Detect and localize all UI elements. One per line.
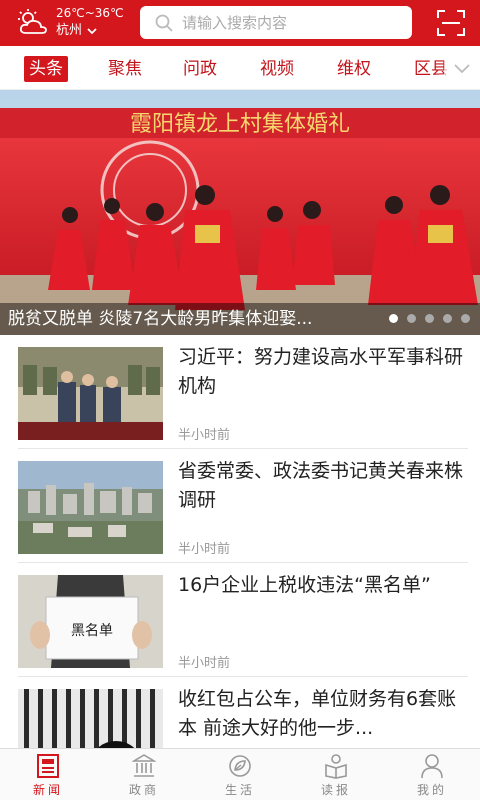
nav-profile-label: 我的 xyxy=(416,783,447,797)
more-tabs-button[interactable] xyxy=(444,46,480,89)
chevron-down-icon xyxy=(454,64,470,74)
channel-tabs: 头条 聚焦 问政 视频 维权 区县 xyxy=(0,46,480,90)
tab-headline[interactable]: 头条 xyxy=(24,56,68,82)
search-box[interactable] xyxy=(140,6,412,39)
nav-life-label: 生活 xyxy=(224,783,255,797)
news-title: 收红包占公车，单位财务有6套账本 前途大好的他一步... xyxy=(178,688,457,739)
blacklist-sign-text: 黑名单 xyxy=(71,623,113,639)
news-time: 半小时前 xyxy=(178,656,231,671)
user-icon xyxy=(421,754,443,779)
carousel-dot[interactable] xyxy=(461,314,470,323)
app-screen: 26℃~36℃ 杭州 头条 聚焦 问政 视频 维权 区县 xyxy=(0,0,480,800)
leaf-icon xyxy=(229,755,251,777)
news-title: 16户企业上税收违法“黑名单” xyxy=(178,574,431,596)
nav-life[interactable]: 生活 xyxy=(192,749,288,800)
tab-focus[interactable]: 聚焦 xyxy=(108,56,142,82)
newspaper-icon xyxy=(37,754,59,778)
tab-rights[interactable]: 维权 xyxy=(337,56,371,82)
news-item[interactable]: 习近平：努力建设高水平军事科研机构 半小时前 xyxy=(0,335,480,449)
news-time: 半小时前 xyxy=(178,542,231,557)
city-label: 杭州 xyxy=(56,23,83,38)
wedding-ceremony-photo: 霞阳镇龙上村集体婚礼 xyxy=(0,90,480,335)
search-input[interactable] xyxy=(182,13,402,32)
carousel-dot[interactable] xyxy=(407,314,416,323)
carousel-dot[interactable] xyxy=(389,314,398,323)
news-time: 半小时前 xyxy=(178,428,231,443)
scan-icon[interactable] xyxy=(436,9,466,37)
building-icon xyxy=(132,754,156,777)
banner-sign-text: 霞阳镇龙上村集体婚礼 xyxy=(130,112,350,137)
news-item[interactable]: 黑名单 16户企业上税收违法“黑名单” 半小时前 xyxy=(0,563,480,677)
cloud-sun-icon[interactable] xyxy=(16,8,50,36)
news-title: 习近平：努力建设高水平军事科研机构 xyxy=(178,346,464,397)
carousel-indicators xyxy=(389,314,470,323)
book-icon xyxy=(325,754,347,779)
nav-profile[interactable]: 我的 xyxy=(384,749,480,800)
nav-read-paper-label: 读报 xyxy=(320,783,351,797)
city-aerial-photo xyxy=(18,461,163,554)
nav-gov-business-label: 政商 xyxy=(128,783,159,797)
search-icon xyxy=(155,14,173,32)
bottom-navigation: 新闻 政商 生活 读报 我的 xyxy=(0,748,480,800)
city-selector[interactable]: 杭州 xyxy=(56,23,98,39)
nav-read-paper[interactable]: 读报 xyxy=(288,749,384,800)
nav-news[interactable]: 新闻 xyxy=(0,749,96,800)
temperature-range: 26℃~36℃ xyxy=(56,6,124,20)
news-title: 省委常委、政法委书记黄关春来株调研 xyxy=(178,460,464,511)
banner-caption[interactable]: 脱贫又脱单 炎陵7名大龄男昨集体迎娶... xyxy=(8,307,370,331)
tab-districts[interactable]: 区县 xyxy=(414,56,448,82)
headline-carousel[interactable]: 霞阳镇龙上村集体婚礼 脱贫又脱单 炎陵7名大龄男昨集体迎娶... xyxy=(0,90,480,335)
military-meeting-photo xyxy=(18,347,163,440)
banner-caption-bar: 脱贫又脱单 炎陵7名大龄男昨集体迎娶... xyxy=(0,303,480,335)
carousel-dot[interactable] xyxy=(425,314,434,323)
news-item[interactable]: 省委常委、政法委书记黄关春来株调研 半小时前 xyxy=(0,449,480,563)
nav-news-label: 新闻 xyxy=(32,783,63,797)
nav-gov-business[interactable]: 政商 xyxy=(96,749,192,800)
carousel-dot[interactable] xyxy=(443,314,452,323)
blacklist-sign-photo: 黑名单 xyxy=(18,575,163,668)
top-header: 26℃~36℃ 杭州 xyxy=(0,0,480,46)
tab-video[interactable]: 视频 xyxy=(260,56,294,82)
tab-inquiry[interactable]: 问政 xyxy=(183,56,217,82)
chevron-down-icon xyxy=(87,28,97,35)
